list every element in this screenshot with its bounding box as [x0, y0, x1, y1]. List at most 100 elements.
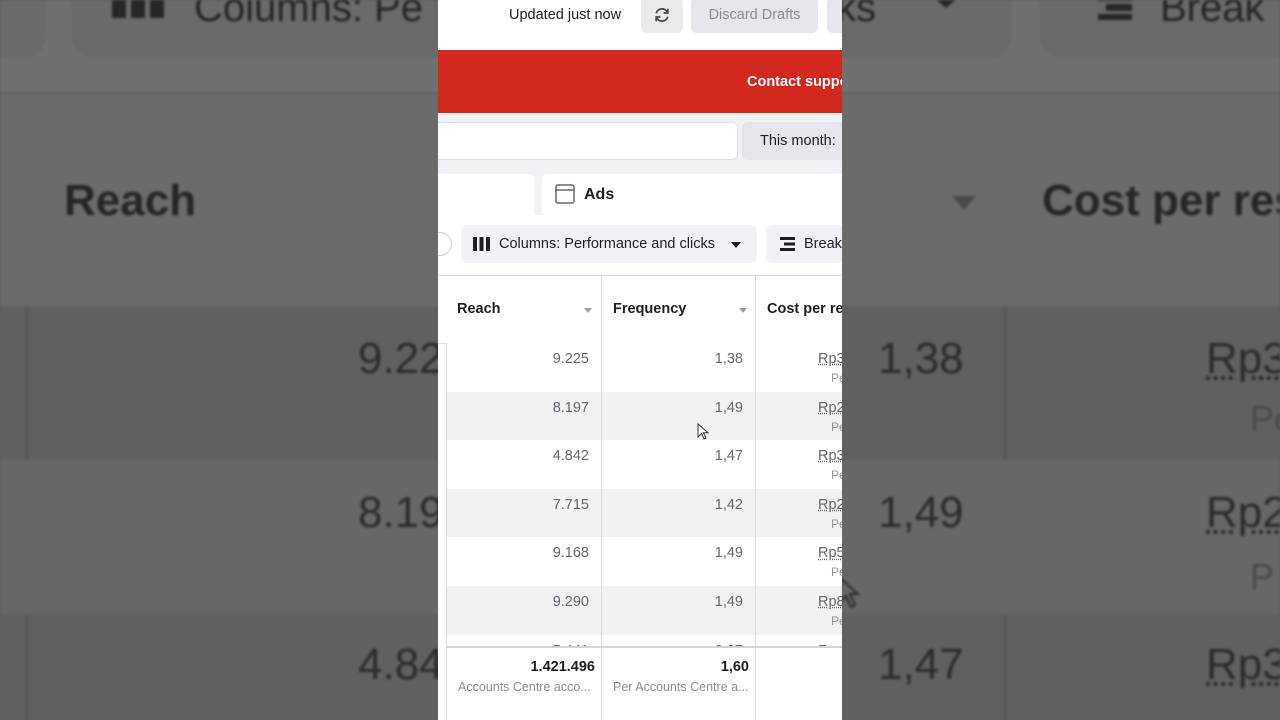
reach-value: 7.715 — [552, 496, 589, 513]
totals-cost-cell — [755, 648, 842, 720]
mouse-cursor-icon — [697, 423, 709, 440]
background-cost-value: Rp3 — [1206, 640, 1280, 689]
reach-cell: 9.168 — [446, 537, 601, 586]
cost-per-result-value[interactable]: Rp3 — [818, 351, 842, 367]
background-caret-icon — [932, 0, 960, 8]
frequency-cell: 1,49 — [601, 392, 755, 441]
discard-drafts-button[interactable]: Discard Drafts — [691, 0, 818, 33]
column-header-label: Cost per res — [767, 301, 842, 317]
alert-banner: Contact suppo — [438, 50, 842, 113]
cost-per-result-label: Pe — [831, 614, 842, 628]
updated-status: Updated just now — [509, 7, 622, 23]
background-cost-value: Rp3 — [1206, 334, 1280, 383]
cost-per-result-value[interactable]: Rp8 — [818, 594, 842, 610]
table-totals-row: 1.421.496 Accounts Centre acco... 1,60 P… — [446, 646, 842, 720]
column-divider — [601, 343, 602, 646]
totals-frequency-cell: 1,60 Per Accounts Centre a... — [601, 648, 756, 720]
column-header-cost-per-result[interactable]: Cost per res — [755, 276, 842, 343]
table-row[interactable]: 8.197 1,49 Rp2 Pe — [446, 391, 842, 441]
reach-value: 4.842 — [552, 448, 589, 465]
reach-cell: 9.290 — [446, 586, 601, 635]
refresh-button[interactable] — [641, 0, 683, 33]
background-sort-icon — [952, 196, 976, 210]
review-publish-button[interactable] — [827, 0, 842, 33]
totals-reach-value: 1.421.496 — [530, 659, 595, 675]
cost-per-result-cell: Rp2 Pe — [755, 392, 842, 441]
search-row: This month: — [438, 113, 842, 169]
background-cost-sub: P — [1250, 556, 1275, 597]
cost-per-result-label: Pe — [831, 468, 842, 483]
refresh-icon — [655, 7, 669, 23]
breakdown-icon — [780, 237, 795, 251]
totals-frequency-label: Per Accounts Centre a... — [613, 680, 749, 694]
reach-value: 9.168 — [552, 545, 589, 562]
background-frequency-value: 1,38 — [878, 334, 964, 383]
ads-tab-icon — [555, 184, 575, 204]
background-breakdown-icon — [1098, 0, 1132, 20]
table-row[interactable]: 9.168 1,49 Rp5 Pe — [446, 537, 842, 586]
cost-per-result-cell: Rp8 Pe — [755, 586, 842, 635]
cost-per-result-value[interactable]: Rp2 — [818, 497, 842, 513]
level-tabs: Ads — [438, 169, 842, 215]
background-pill — [0, 0, 46, 58]
background-cost-header: Cost per res — [1042, 176, 1280, 225]
frequency-value: 1,38 — [714, 351, 743, 367]
background-reach-value: 4.84 — [358, 640, 444, 689]
table-header: Reach Frequency Cost per res — [438, 276, 842, 344]
column-header-reach[interactable]: Reach — [446, 276, 601, 343]
breakdown-dropdown[interactable]: Break — [766, 225, 842, 263]
frequency-value: 1,49 — [714, 545, 743, 562]
background-cost-value: Rp2 — [1206, 488, 1280, 537]
cost-per-result-value[interactable]: Rp5 — [818, 545, 842, 561]
tab-ads[interactable]: Ads — [542, 174, 842, 215]
cost-per-result-cell: Rp3 Pe — [755, 440, 842, 489]
column-header-frequency[interactable]: Frequency — [601, 276, 756, 343]
date-range-label: This month: — [760, 133, 836, 149]
table-row[interactable]: 9.225 1,38 Rp3 Pe — [446, 343, 842, 392]
table-row[interactable]: 7.715 1,42 Rp2 Pe — [446, 488, 842, 538]
frequency-cell: 1,38 — [601, 343, 755, 392]
tab-ad-sets[interactable] — [438, 174, 534, 215]
frequency-cell: 1,47 — [601, 440, 755, 489]
frequency-value: 1,49 — [714, 399, 743, 416]
search-input[interactable] — [438, 122, 738, 160]
cost-per-result-value[interactable]: Rp3 — [818, 448, 842, 464]
ads-manager-panel: Updated just now Discard Drafts Contact … — [438, 0, 842, 720]
totals-reach-label: Accounts Centre acco... — [458, 680, 591, 694]
column-header-label: Reach — [457, 301, 501, 317]
columns-label: Columns: Performance and clicks — [499, 236, 715, 252]
reach-cell: 7.715 — [446, 489, 601, 538]
reach-value: 9.225 — [552, 351, 589, 367]
cost-per-result-value[interactable]: Rp2 — [818, 400, 842, 416]
sort-icon — [739, 308, 747, 313]
background-cost-sub: Pe — [1250, 398, 1280, 439]
background-columns-text: Columns: Pe — [194, 0, 423, 30]
background-columns-text-end: ks — [836, 0, 876, 30]
columns-icon — [473, 237, 490, 251]
frequency-value: 1,49 — [714, 594, 743, 610]
contact-support-link[interactable]: Contact suppo — [747, 74, 842, 90]
cost-per-result-cell: Rp3 Pe — [755, 343, 842, 392]
background-reach-header: Reach — [64, 176, 197, 225]
view-toggle[interactable] — [438, 232, 452, 256]
totals-reach-cell: 1.421.496 Accounts Centre acco... — [446, 648, 602, 720]
cost-per-result-cell: Rp5 Pe — [755, 537, 842, 586]
frequency-cell: 1,42 — [601, 489, 755, 538]
date-range-button[interactable]: This month: — [742, 122, 842, 160]
column-divider — [755, 343, 756, 646]
background-reach-value: 8.19 — [358, 488, 444, 537]
table-toolbar: Columns: Performance and clicks Break — [438, 215, 842, 276]
background-frequency-value: 1,49 — [878, 488, 964, 537]
frequency-cell: 1,49 — [601, 586, 755, 635]
columns-dropdown[interactable]: Columns: Performance and clicks — [461, 225, 757, 263]
ads-table: Reach Frequency Cost per res 9.225 1,38 Rp… — [438, 276, 842, 720]
cost-per-result-label: Pe — [831, 565, 842, 580]
sort-icon — [584, 308, 592, 313]
table-row[interactable]: 4.842 1,47 Rp3 Pe — [446, 440, 842, 489]
frequency-value: 1,42 — [714, 496, 743, 513]
tab-ads-label: Ads — [584, 186, 615, 203]
table-row[interactable]: 9.290 1,49 Rp8 Pe — [446, 586, 842, 635]
background-frequency-value: 1,47 — [878, 640, 964, 689]
cost-per-result-label: Pe — [831, 371, 842, 385]
column-divider — [446, 343, 447, 646]
